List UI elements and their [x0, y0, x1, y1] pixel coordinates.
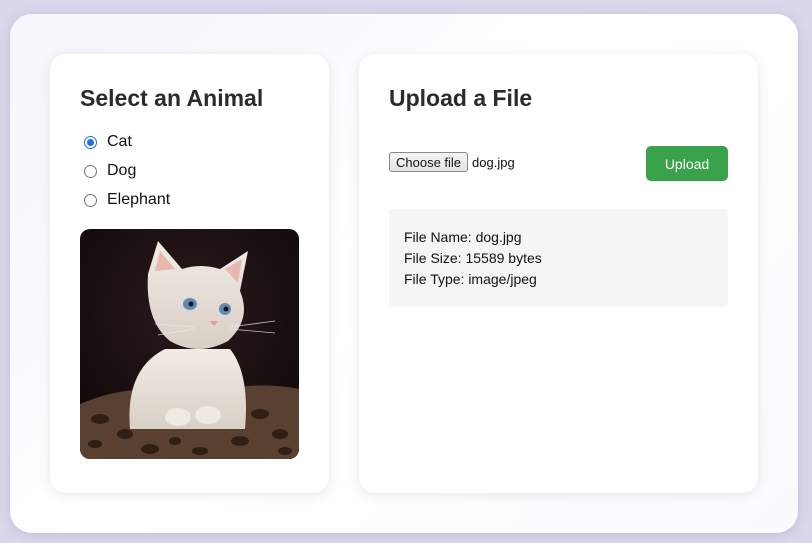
animal-section-title: Select an Animal — [80, 85, 264, 111]
animal-image — [80, 229, 299, 459]
radio-option-dog[interactable]: Dog — [84, 162, 136, 180]
choose-file-button[interactable]: Choose file — [389, 152, 469, 172]
chosen-file-name: dog.jpg — [472, 154, 515, 170]
upload-card: Upload a File Choose file dog.jpg Upload… — [359, 54, 758, 493]
file-type-info: File Type: image/jpeg — [404, 271, 537, 287]
app-container: Select an Animal Cat Dog Elephant Upload… — [10, 14, 798, 533]
radio-label-elephant[interactable]: Elephant — [107, 191, 170, 209]
radio-dog[interactable] — [84, 164, 97, 178]
upload-section-title: Upload a File — [389, 85, 533, 111]
file-size-info: File Size: 15589 bytes — [404, 250, 542, 266]
upload-button[interactable]: Upload — [646, 146, 728, 181]
radio-cat[interactable] — [84, 135, 97, 149]
file-input[interactable]: Choose file dog.jpg — [389, 152, 515, 172]
radio-label-cat[interactable]: Cat — [107, 133, 132, 151]
radio-label-dog[interactable]: Dog — [107, 162, 136, 180]
animal-select-card: Select an Animal Cat Dog Elephant — [50, 54, 329, 493]
radio-option-elephant[interactable]: Elephant — [84, 191, 170, 209]
file-info-panel: File Name: dog.jpg File Size: 15589 byte… — [389, 209, 728, 307]
radio-elephant[interactable] — [84, 193, 97, 207]
radio-option-cat[interactable]: Cat — [84, 133, 132, 151]
file-name-info: File Name: dog.jpg — [404, 229, 522, 245]
